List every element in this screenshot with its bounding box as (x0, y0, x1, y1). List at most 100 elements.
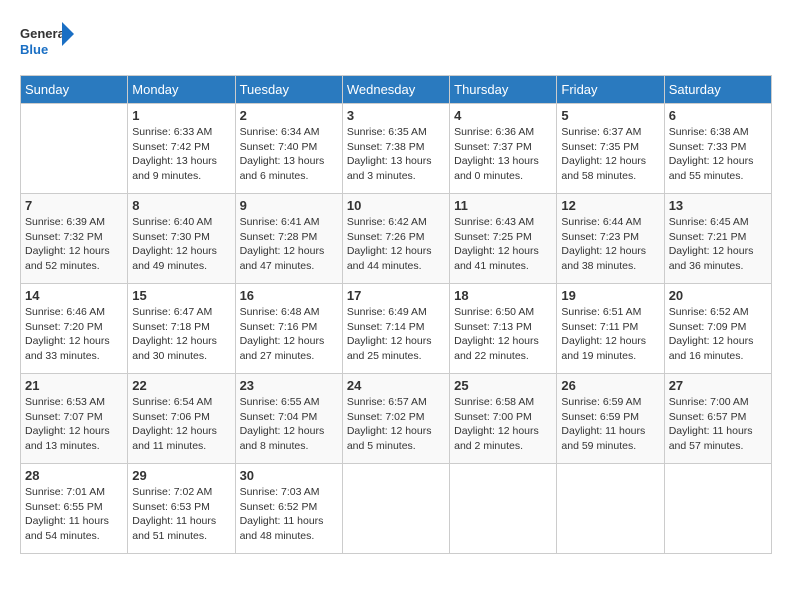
sunset: Sunset: 7:37 PM (454, 141, 532, 153)
daylight: Daylight: 11 hours and 54 minutes. (25, 515, 109, 542)
day-info: Sunrise: 6:58 AM Sunset: 7:00 PM Dayligh… (454, 395, 552, 454)
daylight: Daylight: 12 hours and 55 minutes. (669, 155, 754, 182)
day-number: 24 (347, 378, 445, 393)
daylight: Daylight: 13 hours and 3 minutes. (347, 155, 432, 182)
day-info: Sunrise: 6:45 AM Sunset: 7:21 PM Dayligh… (669, 215, 767, 274)
sunset: Sunset: 7:33 PM (669, 141, 747, 153)
weekday-header-saturday: Saturday (664, 76, 771, 104)
sunset: Sunset: 7:04 PM (240, 411, 318, 423)
calendar-day-cell: 17 Sunrise: 6:49 AM Sunset: 7:14 PM Dayl… (342, 284, 449, 374)
daylight: Daylight: 12 hours and 27 minutes. (240, 335, 325, 362)
sunrise: Sunrise: 6:54 AM (132, 396, 212, 408)
sunset: Sunset: 7:35 PM (561, 141, 639, 153)
sunset: Sunset: 7:40 PM (240, 141, 318, 153)
sunrise: Sunrise: 7:03 AM (240, 486, 320, 498)
calendar-day-cell: 23 Sunrise: 6:55 AM Sunset: 7:04 PM Dayl… (235, 374, 342, 464)
day-info: Sunrise: 6:47 AM Sunset: 7:18 PM Dayligh… (132, 305, 230, 364)
day-number: 16 (240, 288, 338, 303)
day-info: Sunrise: 6:53 AM Sunset: 7:07 PM Dayligh… (25, 395, 123, 454)
daylight: Daylight: 12 hours and 49 minutes. (132, 245, 217, 272)
sunset: Sunset: 7:38 PM (347, 141, 425, 153)
daylight: Daylight: 12 hours and 11 minutes. (132, 425, 217, 452)
sunrise: Sunrise: 6:43 AM (454, 216, 534, 228)
day-info: Sunrise: 6:42 AM Sunset: 7:26 PM Dayligh… (347, 215, 445, 274)
sunset: Sunset: 7:11 PM (561, 321, 638, 333)
day-number: 21 (25, 378, 123, 393)
sunset: Sunset: 7:28 PM (240, 231, 318, 243)
day-number: 6 (669, 108, 767, 123)
day-info: Sunrise: 6:40 AM Sunset: 7:30 PM Dayligh… (132, 215, 230, 274)
day-info: Sunrise: 6:38 AM Sunset: 7:33 PM Dayligh… (669, 125, 767, 184)
day-number: 15 (132, 288, 230, 303)
daylight: Daylight: 11 hours and 51 minutes. (132, 515, 216, 542)
sunrise: Sunrise: 6:41 AM (240, 216, 320, 228)
day-number: 23 (240, 378, 338, 393)
sunrise: Sunrise: 6:33 AM (132, 126, 212, 138)
day-number: 28 (25, 468, 123, 483)
empty-cell (664, 464, 771, 554)
day-number: 7 (25, 198, 123, 213)
sunrise: Sunrise: 6:47 AM (132, 306, 212, 318)
sunset: Sunset: 7:23 PM (561, 231, 639, 243)
daylight: Daylight: 12 hours and 41 minutes. (454, 245, 539, 272)
day-info: Sunrise: 6:59 AM Sunset: 6:59 PM Dayligh… (561, 395, 659, 454)
day-number: 19 (561, 288, 659, 303)
day-info: Sunrise: 6:33 AM Sunset: 7:42 PM Dayligh… (132, 125, 230, 184)
day-info: Sunrise: 6:57 AM Sunset: 7:02 PM Dayligh… (347, 395, 445, 454)
calendar-day-cell: 28 Sunrise: 7:01 AM Sunset: 6:55 PM Dayl… (21, 464, 128, 554)
calendar-week-row: 1 Sunrise: 6:33 AM Sunset: 7:42 PM Dayli… (21, 104, 772, 194)
day-number: 26 (561, 378, 659, 393)
empty-cell (557, 464, 664, 554)
sunrise: Sunrise: 6:49 AM (347, 306, 427, 318)
sunrise: Sunrise: 7:02 AM (132, 486, 212, 498)
day-info: Sunrise: 6:35 AM Sunset: 7:38 PM Dayligh… (347, 125, 445, 184)
day-number: 17 (347, 288, 445, 303)
daylight: Daylight: 11 hours and 57 minutes. (669, 425, 753, 452)
calendar-day-cell: 15 Sunrise: 6:47 AM Sunset: 7:18 PM Dayl… (128, 284, 235, 374)
sunrise: Sunrise: 6:38 AM (669, 126, 749, 138)
logo: General Blue (20, 20, 75, 65)
calendar-day-cell: 11 Sunrise: 6:43 AM Sunset: 7:25 PM Dayl… (450, 194, 557, 284)
day-number: 18 (454, 288, 552, 303)
calendar-day-cell: 20 Sunrise: 6:52 AM Sunset: 7:09 PM Dayl… (664, 284, 771, 374)
sunset: Sunset: 7:21 PM (669, 231, 747, 243)
logo-svg: General Blue (20, 20, 75, 65)
sunrise: Sunrise: 7:00 AM (669, 396, 749, 408)
sunset: Sunset: 6:55 PM (25, 501, 103, 513)
page-header: General Blue (20, 20, 772, 65)
sunset: Sunset: 7:02 PM (347, 411, 425, 423)
sunrise: Sunrise: 6:52 AM (669, 306, 749, 318)
sunrise: Sunrise: 7:01 AM (25, 486, 105, 498)
day-info: Sunrise: 6:39 AM Sunset: 7:32 PM Dayligh… (25, 215, 123, 274)
daylight: Daylight: 12 hours and 19 minutes. (561, 335, 646, 362)
day-number: 8 (132, 198, 230, 213)
sunrise: Sunrise: 6:37 AM (561, 126, 641, 138)
sunset: Sunset: 7:13 PM (454, 321, 532, 333)
day-info: Sunrise: 6:41 AM Sunset: 7:28 PM Dayligh… (240, 215, 338, 274)
sunrise: Sunrise: 6:35 AM (347, 126, 427, 138)
sunrise: Sunrise: 6:40 AM (132, 216, 212, 228)
sunrise: Sunrise: 6:39 AM (25, 216, 105, 228)
sunrise: Sunrise: 6:34 AM (240, 126, 320, 138)
sunrise: Sunrise: 6:59 AM (561, 396, 641, 408)
day-info: Sunrise: 7:03 AM Sunset: 6:52 PM Dayligh… (240, 485, 338, 544)
weekday-header-friday: Friday (557, 76, 664, 104)
calendar-table: SundayMondayTuesdayWednesdayThursdayFrid… (20, 75, 772, 554)
sunrise: Sunrise: 6:50 AM (454, 306, 534, 318)
calendar-day-cell: 3 Sunrise: 6:35 AM Sunset: 7:38 PM Dayli… (342, 104, 449, 194)
day-info: Sunrise: 7:01 AM Sunset: 6:55 PM Dayligh… (25, 485, 123, 544)
daylight: Daylight: 12 hours and 52 minutes. (25, 245, 110, 272)
empty-cell (450, 464, 557, 554)
day-number: 27 (669, 378, 767, 393)
day-number: 14 (25, 288, 123, 303)
calendar-day-cell: 1 Sunrise: 6:33 AM Sunset: 7:42 PM Dayli… (128, 104, 235, 194)
daylight: Daylight: 12 hours and 8 minutes. (240, 425, 325, 452)
sunset: Sunset: 7:18 PM (132, 321, 210, 333)
calendar-day-cell: 2 Sunrise: 6:34 AM Sunset: 7:40 PM Dayli… (235, 104, 342, 194)
calendar-day-cell: 10 Sunrise: 6:42 AM Sunset: 7:26 PM Dayl… (342, 194, 449, 284)
day-info: Sunrise: 7:02 AM Sunset: 6:53 PM Dayligh… (132, 485, 230, 544)
calendar-day-cell: 12 Sunrise: 6:44 AM Sunset: 7:23 PM Dayl… (557, 194, 664, 284)
sunset: Sunset: 7:09 PM (669, 321, 747, 333)
calendar-day-cell: 13 Sunrise: 6:45 AM Sunset: 7:21 PM Dayl… (664, 194, 771, 284)
calendar-day-cell: 8 Sunrise: 6:40 AM Sunset: 7:30 PM Dayli… (128, 194, 235, 284)
